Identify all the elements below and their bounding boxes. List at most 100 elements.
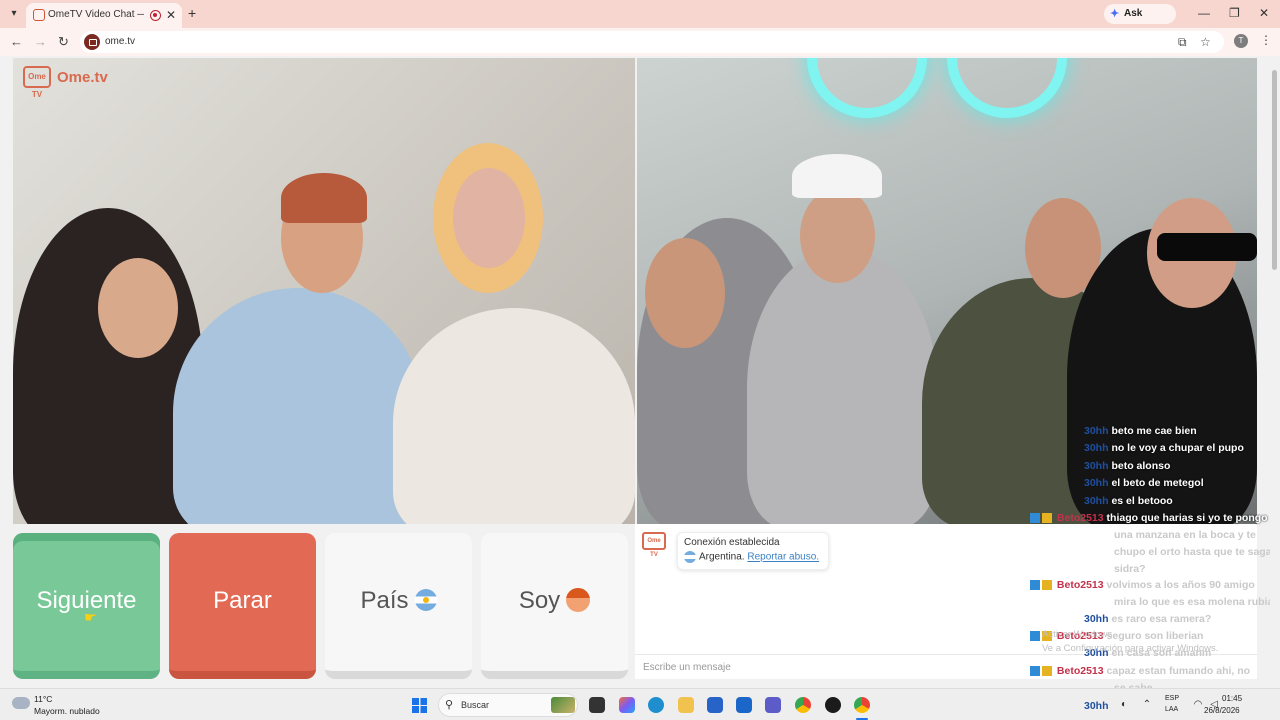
keyboard-layout[interactable]: LAA (1165, 706, 1178, 713)
tab-search-icon[interactable]: ▾ (6, 6, 22, 22)
star-icon[interactable]: ☆ (1200, 35, 1211, 49)
copilot-icon[interactable] (619, 697, 635, 713)
chrome-profile-icon[interactable] (854, 697, 870, 713)
overlay-chat-line: chupo el orto hasta que te saga (1114, 546, 1272, 558)
more-icon[interactable]: ⋮ (1260, 33, 1272, 47)
windows-start-icon[interactable] (412, 698, 427, 713)
overlay-chat-line: Beto2513 capaz estan fumando ahi, no (1030, 665, 1250, 677)
neon-light (947, 58, 1067, 118)
connection-notice: Conexión establecida Argentina. Reportar… (677, 532, 829, 570)
edge-icon[interactable] (648, 697, 664, 713)
plus-icon[interactable]: + (188, 5, 196, 21)
overlay-chat-line: 30hh no le voy a chupar el pupo (1084, 442, 1244, 454)
windows-taskbar: 11°C Mayorm. nublado ⚲ Buscar 30hh ◐ ⌃ E… (0, 688, 1280, 720)
search-icon: ⚲ (445, 699, 454, 711)
overlay-chat-line: sidra? (1114, 563, 1146, 575)
connection-status: Conexión establecida (684, 537, 780, 548)
person-silhouette (747, 248, 937, 524)
teams-icon[interactable] (765, 697, 781, 713)
activate-windows-text: Ve a Configuración para activar Windows. (1042, 643, 1219, 654)
store-icon[interactable] (707, 697, 723, 713)
person-face (98, 258, 178, 358)
obs-icon[interactable] (825, 697, 841, 713)
person-hair (281, 173, 367, 223)
tab-title: OmeTV Video Chat — Ome (48, 9, 144, 20)
overlay-user-tag: 30hh (1084, 700, 1109, 712)
chrome-icon[interactable] (795, 697, 811, 713)
partner-country: Argentina. (699, 551, 745, 563)
person-cap (792, 154, 882, 198)
hand-cursor-icon: ☛ (84, 609, 97, 625)
overlay-chat-line: 30hh el beto de metegol (1084, 477, 1204, 489)
person-silhouette (393, 308, 635, 524)
outlook-icon[interactable] (736, 697, 752, 713)
overlay-chat-line: 30hh es raro esa ramera? (1084, 613, 1212, 625)
install-icon[interactable]: ⧉ (1178, 35, 1187, 50)
scrollbar-thumb[interactable] (1272, 70, 1277, 270)
back-icon[interactable]: ← (10, 34, 23, 49)
window-close-icon[interactable]: ✕ (1259, 6, 1269, 20)
keyboard-language[interactable]: ESP (1165, 695, 1179, 702)
reload-icon[interactable]: ↻ (58, 34, 69, 50)
person-face (800, 188, 875, 283)
taskbar-search[interactable]: ⚲ Buscar (438, 693, 578, 717)
stop-button[interactable]: Parar (169, 533, 316, 679)
gender-button-label: Soy (518, 587, 561, 614)
overlay-chat-line: 30hh beto alonso (1084, 460, 1171, 472)
remote-video (637, 58, 1257, 524)
boy-avatar-icon (566, 587, 591, 612)
argentina-flag-icon (684, 551, 696, 563)
forward-icon[interactable]: → (34, 34, 47, 49)
report-abuse-link[interactable]: Reportar abuso. (747, 552, 819, 563)
search-highlight-image (551, 697, 575, 713)
neon-light (807, 58, 927, 118)
person-face (645, 238, 725, 348)
stop-button-label: Parar (213, 587, 272, 614)
ometv-page: Ome TV Ome.tv Siguiente Parar País Soy ☛… (0, 56, 1280, 694)
person-face (453, 168, 525, 268)
taskbar-search-label: Buscar (461, 700, 490, 710)
overlay-chat-line: 30hh beto me cae bien (1084, 425, 1197, 437)
site-info-icon[interactable] (84, 34, 100, 50)
restore-icon[interactable]: ❐ (1229, 6, 1240, 20)
argentina-flag-icon (414, 588, 437, 611)
activate-windows-title: Activar Windows (1042, 629, 1113, 640)
ometv-favicon-icon (33, 9, 45, 21)
overlay-chat-line: Beto2513 volvimos a los años 90 amigo (1030, 579, 1255, 591)
url-text: ome.tv (105, 36, 136, 47)
clock-date[interactable]: 26/8/2026 (1204, 706, 1240, 715)
file-explorer-icon[interactable] (678, 697, 694, 713)
overlay-chat-line: mira lo que es esa molena rubia (1114, 596, 1274, 608)
overlay-chat-line: una manzana en la boca y te (1114, 529, 1256, 541)
task-view-icon[interactable] (589, 697, 605, 713)
address-bar-row: ← → ↻ ome.tv ⧉ ☆ (0, 28, 1280, 56)
next-button[interactable]: Siguiente (13, 533, 160, 679)
cloud-icon[interactable] (12, 697, 30, 709)
browser-tab-bar: ▾ OmeTV Video Chat — Ome ✕ + ✦ Ask Gemin… (0, 0, 1280, 39)
profile-avatar[interactable]: T (1234, 34, 1248, 48)
ometv-chat-icon: Ome TV (642, 532, 666, 558)
logo-text: Ome.tv (57, 69, 108, 86)
clock-time[interactable]: 01:45 (1222, 694, 1242, 703)
overlay-chat-line: 30hh es el betooo (1084, 495, 1173, 507)
tray-app-icon[interactable]: ◐ (1118, 699, 1130, 711)
address-bar[interactable]: ome.tv ⧉ ☆ (80, 31, 1224, 53)
person-silhouette (173, 288, 423, 524)
wifi-icon[interactable]: ◠ (1192, 699, 1204, 711)
sunglasses (1157, 233, 1257, 261)
ask-gemini-button[interactable]: ✦ Ask Gemini (1104, 4, 1176, 39)
country-button[interactable]: País (325, 533, 472, 679)
browser-tab[interactable]: OmeTV Video Chat — Ome ✕ (26, 3, 182, 28)
close-icon[interactable]: ✕ (166, 8, 176, 22)
weather-description[interactable]: Mayorm. nublado (34, 706, 100, 716)
logo-badge: Ome TV (23, 66, 51, 99)
gender-button[interactable]: Soy (481, 533, 628, 679)
chevron-up-icon[interactable]: ⌃ (1141, 699, 1153, 711)
country-button-label: País (360, 587, 409, 614)
weather-temperature[interactable]: 11°C (34, 694, 52, 704)
gemini-icon: ✦ (1110, 8, 1120, 20)
recording-icon (150, 10, 161, 21)
local-video: Ome TV Ome.tv (13, 58, 635, 524)
minimize-icon[interactable]: — (1198, 6, 1210, 20)
overlay-chat-line: Beto2513 thiago que harias si yo te pong… (1030, 512, 1268, 524)
